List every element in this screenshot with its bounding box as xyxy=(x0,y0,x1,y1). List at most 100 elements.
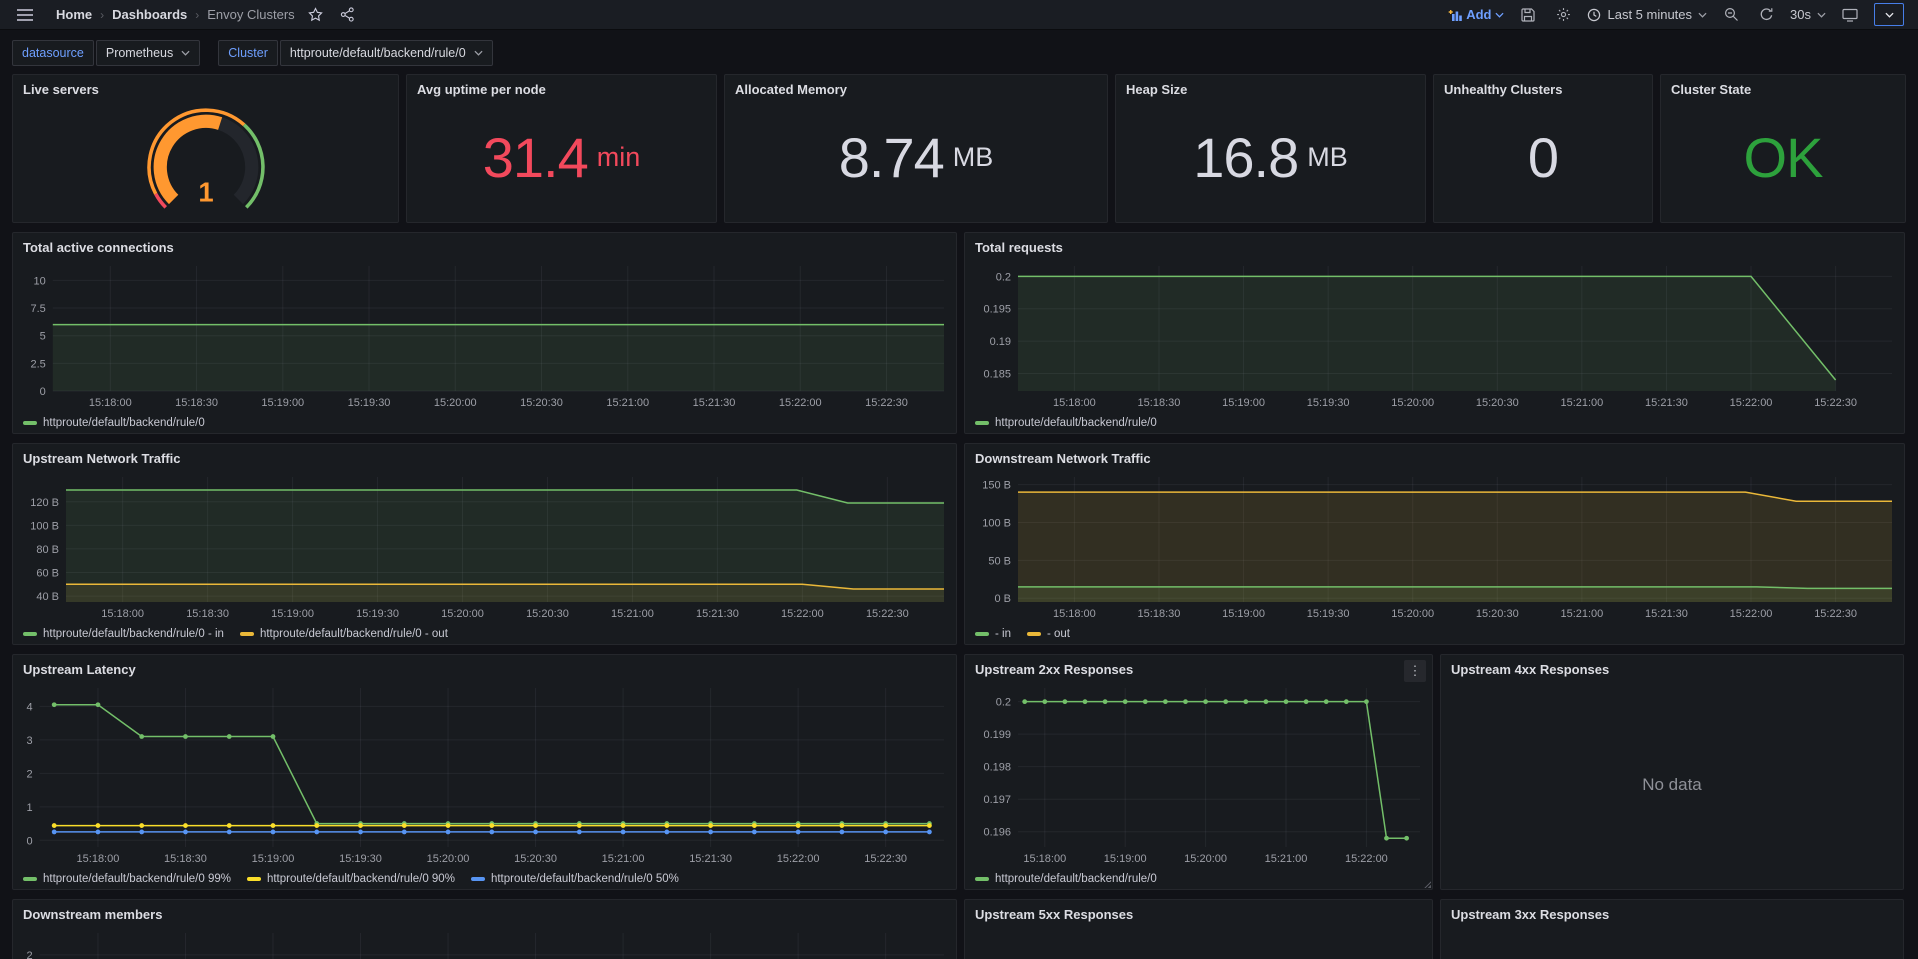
breadcrumb-dashboards[interactable]: Dashboards xyxy=(112,7,187,22)
svg-text:150 B: 150 B xyxy=(982,480,1011,492)
settings-gear-icon[interactable] xyxy=(1552,4,1574,26)
panel-title[interactable]: Unhealthy Clusters xyxy=(1434,75,1652,100)
legend-item[interactable]: httproute/default/backend/rule/0 - in xyxy=(23,628,224,640)
panel-avg-uptime: Avg uptime per node 31.4 min xyxy=(406,74,717,223)
tv-mode-icon[interactable] xyxy=(1839,4,1861,26)
svg-text:7.5: 7.5 xyxy=(31,303,46,315)
panel-upstream-4xx-responses: Upstream 4xx Responses No data xyxy=(1440,654,1904,890)
svg-text:120 B: 120 B xyxy=(30,497,59,509)
legend-item[interactable]: httproute/default/backend/rule/0 xyxy=(975,417,1157,429)
chart-downstream-network-traffic[interactable]: 15:18:0015:18:3015:19:0015:19:3015:20:00… xyxy=(971,469,1898,627)
svg-text:15:22:00: 15:22:00 xyxy=(1730,397,1773,409)
panel-upstream-latency: Upstream Latency 15:18:0015:18:3015:19:0… xyxy=(12,654,957,890)
chart-upstream-2xx-responses[interactable]: 15:18:0015:19:0015:20:0015:21:0015:22:00… xyxy=(971,680,1426,872)
svg-text:0.198: 0.198 xyxy=(983,762,1011,774)
panel-unhealthy-clusters: Unhealthy Clusters 0 xyxy=(1433,74,1653,223)
svg-text:0.195: 0.195 xyxy=(983,304,1011,316)
chart-upstream-network-traffic[interactable]: 15:18:0015:18:3015:19:0015:19:3015:20:00… xyxy=(19,469,950,627)
panel-title[interactable]: Heap Size xyxy=(1116,75,1425,100)
gauge-track xyxy=(220,124,252,200)
chart-downstream-members[interactable]: 15:18:0015:18:3015:19:0015:19:3015:20:00… xyxy=(19,925,950,959)
dashboard-grid: Live servers 1 Avg uptime per node 31.4 … xyxy=(0,74,1918,959)
panel-title[interactable]: Live servers xyxy=(13,75,398,100)
time-range-picker[interactable]: Last 5 minutes xyxy=(1587,7,1707,22)
panel-title[interactable]: Upstream Network Traffic xyxy=(13,444,956,469)
chevron-down-icon xyxy=(474,50,483,56)
add-button[interactable]: Add xyxy=(1448,7,1504,22)
svg-text:15:20:00: 15:20:00 xyxy=(434,397,477,409)
svg-text:4: 4 xyxy=(26,701,32,713)
legend-item[interactable]: httproute/default/backend/rule/0 - out xyxy=(240,628,448,640)
panel-title[interactable]: Upstream 4xx Responses xyxy=(1441,655,1903,680)
legend-item[interactable]: httproute/default/backend/rule/0 xyxy=(975,873,1157,885)
svg-text:15:20:30: 15:20:30 xyxy=(1476,397,1519,409)
svg-text:15:21:00: 15:21:00 xyxy=(602,853,645,865)
legend-item[interactable]: - out xyxy=(1027,628,1070,640)
stat-value: 0 xyxy=(1434,100,1652,222)
legend-item[interactable]: httproute/default/backend/rule/0 90% xyxy=(247,873,455,885)
legend-item[interactable]: httproute/default/backend/rule/0 xyxy=(23,417,205,429)
legend-series-color xyxy=(471,877,485,881)
panel-title[interactable]: Downstream Network Traffic xyxy=(965,444,1904,469)
legend-series-color xyxy=(23,877,37,881)
variable-label: datasource xyxy=(12,40,94,66)
chart-total-requests[interactable]: 15:18:0015:18:3015:19:0015:19:3015:20:00… xyxy=(971,258,1898,416)
tv-mode-dropdown-button[interactable] xyxy=(1874,3,1904,26)
variable-datasource: datasource Prometheus xyxy=(12,40,200,66)
svg-text:15:22:30: 15:22:30 xyxy=(865,397,908,409)
legend-item[interactable]: - in xyxy=(975,628,1011,640)
cluster-select[interactable]: httproute/default/backend/rule/0 xyxy=(280,40,493,66)
svg-text:0 B: 0 B xyxy=(994,593,1011,605)
svg-text:40 B: 40 B xyxy=(36,591,59,603)
panel-title[interactable]: Avg uptime per node xyxy=(407,75,716,100)
panel-resize-handle[interactable] xyxy=(1422,879,1431,888)
svg-text:15:18:00: 15:18:00 xyxy=(1023,853,1066,865)
chart-total-active-connections[interactable]: 15:18:0015:18:3015:19:0015:19:3015:20:00… xyxy=(19,258,950,416)
chart-upstream-latency[interactable]: 15:18:0015:18:3015:19:0015:19:3015:20:00… xyxy=(19,680,950,872)
zoom-out-icon[interactable] xyxy=(1720,4,1742,26)
chevron-down-icon xyxy=(1817,12,1826,18)
svg-text:15:20:00: 15:20:00 xyxy=(1184,853,1227,865)
svg-text:0.2: 0.2 xyxy=(996,271,1011,283)
svg-text:15:22:00: 15:22:00 xyxy=(1345,853,1388,865)
svg-text:15:19:00: 15:19:00 xyxy=(1104,853,1147,865)
favorite-star-icon[interactable] xyxy=(305,4,327,26)
breadcrumb-home[interactable]: Home xyxy=(56,7,92,22)
svg-text:15:20:30: 15:20:30 xyxy=(520,397,563,409)
svg-text:15:22:30: 15:22:30 xyxy=(1814,608,1857,620)
svg-text:15:20:30: 15:20:30 xyxy=(526,608,569,620)
gauge-value: 1 xyxy=(198,177,213,208)
legend-item[interactable]: httproute/default/backend/rule/0 50% xyxy=(471,873,679,885)
svg-text:15:19:30: 15:19:30 xyxy=(1307,608,1350,620)
panel-title[interactable]: Upstream Latency xyxy=(13,655,956,680)
hamburger-menu-icon[interactable] xyxy=(14,4,36,26)
panel-title[interactable]: Upstream 5xx Responses xyxy=(965,900,1432,925)
panel-title[interactable]: Total active connections xyxy=(13,233,956,258)
panel-allocated-memory: Allocated Memory 8.74 MB xyxy=(724,74,1108,223)
svg-text:15:20:30: 15:20:30 xyxy=(514,853,557,865)
share-icon[interactable] xyxy=(337,4,359,26)
legend-item[interactable]: httproute/default/backend/rule/0 99% xyxy=(23,873,231,885)
panel-title[interactable]: Cluster State xyxy=(1661,75,1905,100)
save-dashboard-icon[interactable] xyxy=(1517,4,1539,26)
svg-text:15:21:30: 15:21:30 xyxy=(693,397,736,409)
panel-title[interactable]: Upstream 2xx Responses xyxy=(965,655,1432,680)
breadcrumb: Home › Dashboards › Envoy Clusters xyxy=(56,7,295,22)
refresh-interval-dropdown[interactable]: 30s xyxy=(1790,7,1826,22)
chart-legend: - in - out xyxy=(965,627,1904,644)
panel-menu-kebab-icon[interactable]: ⋮ xyxy=(1404,660,1426,682)
panel-title[interactable]: Upstream 3xx Responses xyxy=(1441,900,1903,925)
variable-label: Cluster xyxy=(218,40,278,66)
legend-series-color xyxy=(23,421,37,425)
svg-text:60 B: 60 B xyxy=(36,568,59,580)
svg-text:15:21:00: 15:21:00 xyxy=(606,397,649,409)
datasource-select[interactable]: Prometheus xyxy=(96,40,200,66)
svg-text:15:19:00: 15:19:00 xyxy=(261,397,304,409)
panel-title[interactable]: Allocated Memory xyxy=(725,75,1107,100)
svg-text:15:22:30: 15:22:30 xyxy=(1814,397,1857,409)
panel-heap-size: Heap Size 16.8 MB xyxy=(1115,74,1426,223)
panel-title[interactable]: Total requests xyxy=(965,233,1904,258)
panel-title[interactable]: Downstream members xyxy=(13,900,956,925)
refresh-icon[interactable] xyxy=(1755,4,1777,26)
svg-text:15:19:00: 15:19:00 xyxy=(1222,397,1265,409)
